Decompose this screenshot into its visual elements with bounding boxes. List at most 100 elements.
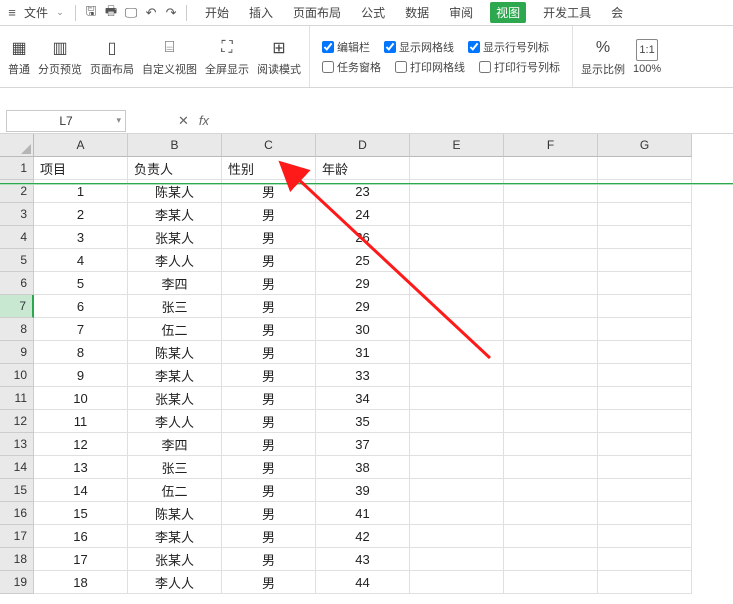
cell[interactable] (410, 456, 504, 479)
cell[interactable] (410, 226, 504, 249)
normal-view[interactable]: ▦ 普通 (8, 37, 30, 77)
cell[interactable]: 男 (222, 433, 316, 456)
row-header-11[interactable]: 11 (0, 387, 34, 410)
cell[interactable] (598, 364, 692, 387)
row-header-6[interactable]: 6 (0, 272, 34, 295)
cell[interactable]: 男 (222, 318, 316, 341)
cell[interactable] (598, 318, 692, 341)
row-header-17[interactable]: 17 (0, 525, 34, 548)
cell[interactable] (410, 525, 504, 548)
cell[interactable]: 李某人 (128, 203, 222, 226)
zoom-button[interactable]: % 显示比例 (581, 37, 625, 77)
tab-会[interactable]: 会 (608, 2, 626, 23)
cell[interactable] (598, 387, 692, 410)
cell[interactable]: 伍二 (128, 479, 222, 502)
cell[interactable] (504, 180, 598, 203)
cell[interactable] (410, 548, 504, 571)
col-header-G[interactable]: G (598, 134, 692, 157)
cell[interactable] (598, 157, 692, 180)
cell[interactable]: 男 (222, 571, 316, 594)
cell[interactable]: 2 (34, 203, 128, 226)
cell[interactable]: 男 (222, 249, 316, 272)
cell[interactable]: 张某人 (128, 226, 222, 249)
redo-icon[interactable]: ↷ (163, 5, 179, 21)
select-all-corner[interactable] (0, 134, 34, 157)
cell[interactable] (598, 433, 692, 456)
cell[interactable]: 1 (34, 180, 128, 203)
cell[interactable]: 男 (222, 295, 316, 318)
cell[interactable]: 项目 (34, 157, 128, 180)
col-header-B[interactable]: B (128, 134, 222, 157)
chk-edit-bar[interactable]: 编辑栏 (322, 39, 370, 55)
cell[interactable]: 18 (34, 571, 128, 594)
undo-icon[interactable]: ↶ (143, 5, 159, 21)
cell[interactable]: 张某人 (128, 387, 222, 410)
cell[interactable] (504, 318, 598, 341)
hamburger-icon[interactable]: ≡ (4, 5, 20, 21)
cell[interactable] (504, 341, 598, 364)
cell[interactable] (598, 249, 692, 272)
cell[interactable]: 30 (316, 318, 410, 341)
cell[interactable]: 年龄 (316, 157, 410, 180)
cell[interactable]: 性别 (222, 157, 316, 180)
chk-print-gridlines[interactable]: 打印网格线 (395, 59, 465, 75)
cell[interactable]: 男 (222, 456, 316, 479)
cell[interactable] (410, 249, 504, 272)
cell[interactable] (410, 341, 504, 364)
cell[interactable] (598, 479, 692, 502)
cell[interactable]: 35 (316, 410, 410, 433)
print-icon[interactable]: 🖶 (103, 5, 119, 21)
col-header-C[interactable]: C (222, 134, 316, 157)
cell[interactable]: 3 (34, 226, 128, 249)
cell[interactable]: 10 (34, 387, 128, 410)
row-header-13[interactable]: 13 (0, 433, 34, 456)
cell[interactable] (598, 525, 692, 548)
cell[interactable]: 陈某人 (128, 341, 222, 364)
cell[interactable]: 39 (316, 479, 410, 502)
cell[interactable]: 李四 (128, 272, 222, 295)
cell[interactable]: 31 (316, 341, 410, 364)
cell[interactable]: 男 (222, 525, 316, 548)
chk-print-rowcol[interactable]: 打印行号列标 (479, 59, 560, 75)
cell[interactable] (504, 548, 598, 571)
col-header-A[interactable]: A (34, 134, 128, 157)
cell[interactable] (504, 157, 598, 180)
row-header-7[interactable]: 7 (0, 295, 34, 318)
cell[interactable]: 男 (222, 180, 316, 203)
cell[interactable] (410, 272, 504, 295)
cell[interactable] (598, 548, 692, 571)
cell[interactable]: 男 (222, 502, 316, 525)
custom-view[interactable]: ⌸ 自定义视图 (142, 37, 197, 77)
cell[interactable] (410, 203, 504, 226)
cell[interactable] (598, 456, 692, 479)
cell[interactable] (598, 226, 692, 249)
print-preview-icon[interactable]: 🖵 (123, 5, 139, 21)
cell[interactable]: 7 (34, 318, 128, 341)
cell[interactable] (410, 502, 504, 525)
row-header-15[interactable]: 15 (0, 479, 34, 502)
row-header-3[interactable]: 3 (0, 203, 34, 226)
cell[interactable]: 25 (316, 249, 410, 272)
cell[interactable]: 8 (34, 341, 128, 364)
tab-公式[interactable]: 公式 (358, 2, 388, 23)
cell[interactable] (598, 502, 692, 525)
cell[interactable]: 李人人 (128, 249, 222, 272)
row-header-4[interactable]: 4 (0, 226, 34, 249)
cell[interactable]: 男 (222, 272, 316, 295)
cell[interactable]: 34 (316, 387, 410, 410)
tab-审阅[interactable]: 审阅 (446, 2, 476, 23)
tab-开发工具[interactable]: 开发工具 (540, 2, 594, 23)
cell[interactable]: 23 (316, 180, 410, 203)
cell[interactable]: 李某人 (128, 364, 222, 387)
cell[interactable]: 男 (222, 364, 316, 387)
row-header-12[interactable]: 12 (0, 410, 34, 433)
name-box[interactable]: L7 ▾ (6, 110, 126, 132)
cell[interactable] (410, 157, 504, 180)
row-header-5[interactable]: 5 (0, 249, 34, 272)
tab-页面布局[interactable]: 页面布局 (290, 2, 344, 23)
cell[interactable]: 17 (34, 548, 128, 571)
cell[interactable]: 24 (316, 203, 410, 226)
chk-show-rowcol[interactable]: 显示行号列标 (468, 39, 549, 55)
chk-show-gridlines[interactable]: 显示网格线 (384, 39, 454, 55)
row-header-16[interactable]: 16 (0, 502, 34, 525)
